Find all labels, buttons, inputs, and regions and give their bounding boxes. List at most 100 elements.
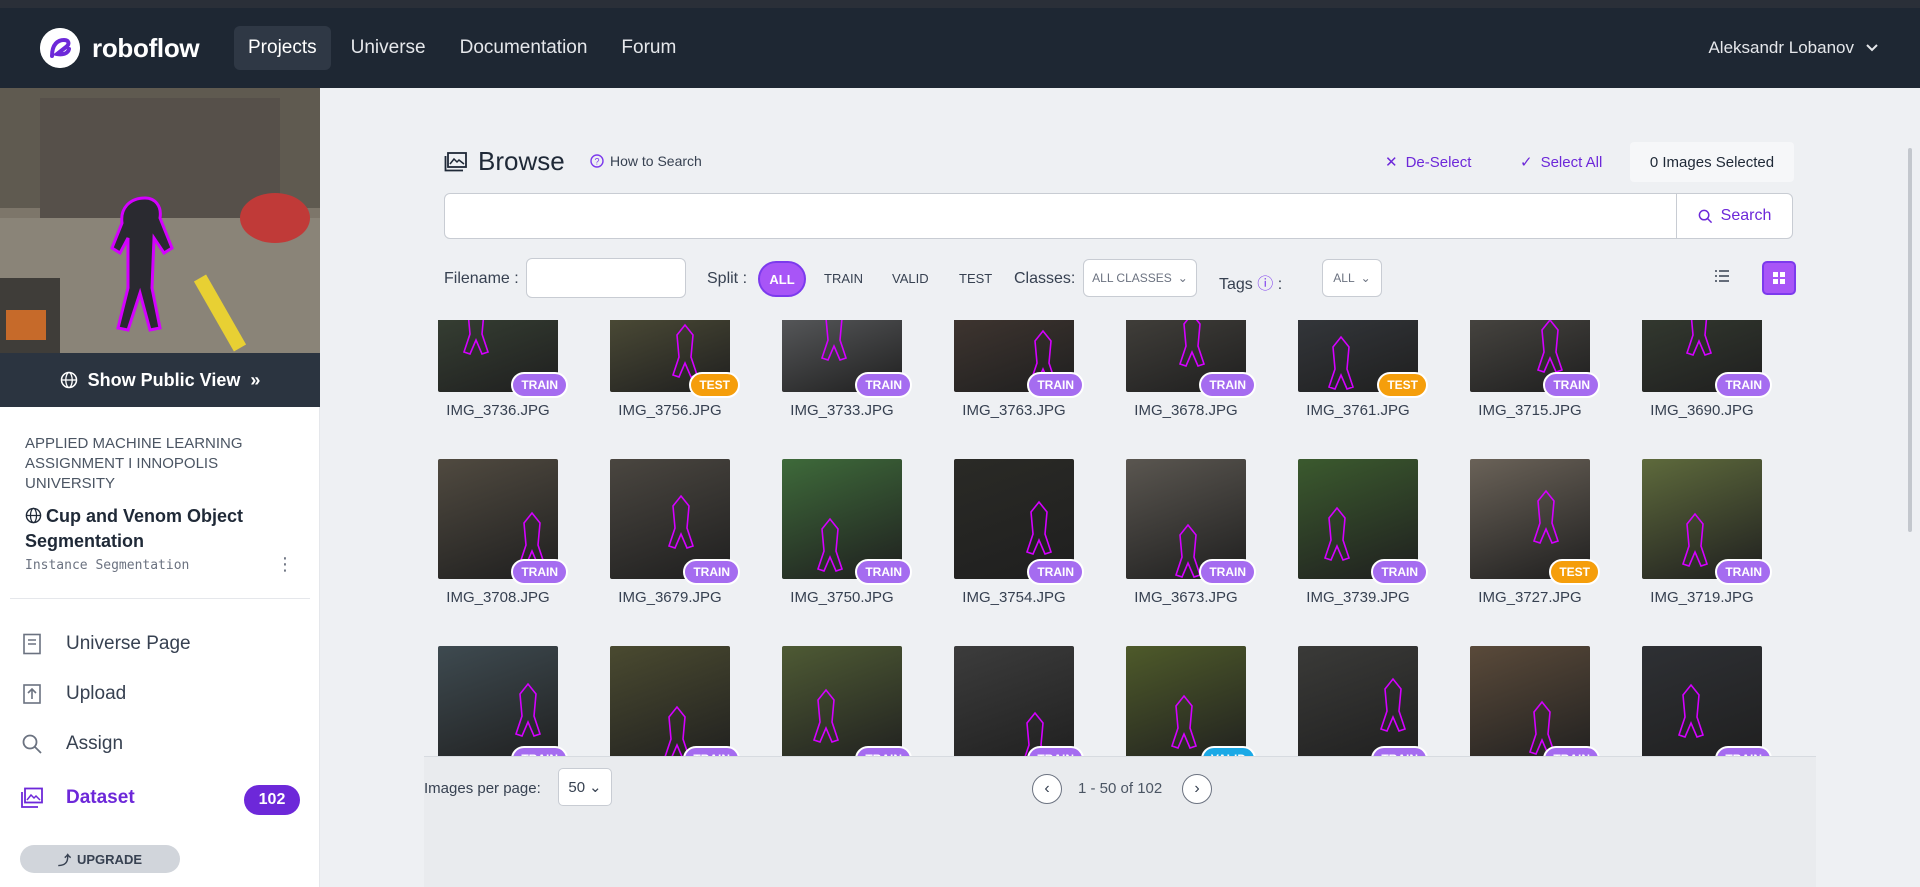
deselect-label: De-Select <box>1405 153 1472 171</box>
search-icon <box>1698 209 1712 223</box>
split-badge: TRAIN <box>1715 559 1772 585</box>
nav-documentation[interactable]: Documentation <box>446 26 602 70</box>
split-badge: TRAIN <box>1715 746 1772 756</box>
sidebar-item-universe-page[interactable]: Universe Page <box>20 632 191 656</box>
split-badge: TRAIN <box>683 559 740 585</box>
split-badge: TRAIN <box>1027 746 1084 756</box>
show-public-view-button[interactable]: Show Public View » <box>0 353 320 407</box>
help-circle-icon: ? <box>590 154 604 168</box>
chevron-left-icon: ‹ <box>1044 780 1050 797</box>
image-filename: IMG_3715.JPG <box>1478 402 1582 419</box>
tags-dropdown[interactable]: ALL ⌄ <box>1322 259 1382 297</box>
image-thumbnail[interactable] <box>1126 646 1246 756</box>
classes-dropdown[interactable]: ALL CLASSES ⌄ <box>1083 259 1197 297</box>
page-range: 1 - 50 of 102 <box>1078 780 1163 797</box>
top-navbar: roboflow Projects Universe Documentation… <box>0 8 1920 88</box>
annotation-outline-icon <box>514 682 542 737</box>
sidebar-item-upload[interactable]: Upload <box>20 682 126 706</box>
image-thumbnail[interactable] <box>1642 646 1762 756</box>
scrollbar[interactable] <box>1908 148 1912 532</box>
image-filename: IMG_3708.JPG <box>446 589 550 606</box>
how-to-search-label: How to Search <box>610 153 702 169</box>
split-badge: TRAIN <box>511 559 568 585</box>
images-icon <box>20 786 44 810</box>
workspace-name: APPLIED MACHINE LEARNING ASSIGNMENT I IN… <box>25 435 243 492</box>
search-button[interactable]: Search <box>1676 194 1792 238</box>
image-thumbnail[interactable] <box>782 646 902 756</box>
sidebar-item-assign[interactable]: Assign <box>20 732 123 756</box>
next-page-button[interactable]: › <box>1182 774 1212 804</box>
image-filename: IMG_3690.JPG <box>1650 402 1754 419</box>
roboflow-logo[interactable]: roboflow <box>40 28 200 68</box>
double-chevron-right-icon: » <box>250 369 261 390</box>
how-to-search-link[interactable]: ? How to Search <box>590 153 702 169</box>
user-menu[interactable]: Aleksandr Lobanov <box>1708 38 1880 58</box>
image-thumbnail[interactable] <box>954 646 1074 756</box>
chevron-down-icon: ⌄ <box>589 779 602 796</box>
image-thumbnail[interactable] <box>610 646 730 756</box>
project-title: Cup and Venom Object Segmentation <box>25 504 285 554</box>
sidebar-item-label: Dataset <box>66 787 135 808</box>
image-thumbnail[interactable] <box>438 646 558 756</box>
split-test-button[interactable]: TEST <box>959 271 992 286</box>
upload-icon <box>20 682 44 706</box>
search-bar: Search <box>444 193 1793 239</box>
image-thumbnail[interactable] <box>1470 646 1590 756</box>
split-all-button[interactable]: ALL <box>758 261 806 297</box>
split-badge: TRAIN <box>1027 372 1084 398</box>
tags-value: ALL <box>1333 271 1355 285</box>
chevron-right-icon: › <box>1194 780 1200 797</box>
nav-universe[interactable]: Universe <box>337 26 440 70</box>
split-badge: TRAIN <box>1371 559 1428 585</box>
split-badge: TEST <box>1549 559 1600 585</box>
grid-view-icon[interactable] <box>1762 261 1796 295</box>
globe-icon <box>25 507 42 524</box>
filters-row: Filename : Split : ALL TRAIN VALID TEST … <box>444 258 1804 298</box>
page-title: Browse <box>478 146 565 176</box>
selected-count: 0 Images Selected <box>1630 142 1794 182</box>
project-title-text: Cup and Venom Object Segmentation <box>25 506 244 551</box>
project-type: Instance Segmentation <box>25 558 190 573</box>
deselect-button[interactable]: ✕ De-Select <box>1385 153 1472 172</box>
roboflow-logo-icon <box>40 28 80 68</box>
split-badge: TEST <box>689 372 740 398</box>
annotation-outline-icon <box>1170 694 1198 749</box>
split-valid-button[interactable]: VALID <box>892 271 929 286</box>
book-icon <box>20 632 44 656</box>
split-badge: TRAIN <box>1199 372 1256 398</box>
search-icon <box>20 732 44 756</box>
split-label: Split : <box>707 270 748 287</box>
brand-name: roboflow <box>92 32 200 63</box>
split-train-button[interactable]: TRAIN <box>824 271 863 286</box>
list-view-icon[interactable] <box>1714 268 1730 289</box>
sidebar-divider <box>10 598 310 599</box>
select-all-button[interactable]: ✓ Select All <box>1520 153 1603 172</box>
nav-projects[interactable]: Projects <box>234 26 331 70</box>
upgrade-button[interactable]: ⤴ UPGRADE <box>20 845 180 873</box>
search-input[interactable] <box>445 194 1676 238</box>
project-cover-image <box>0 88 320 353</box>
main-nav: Projects Universe Documentation Forum <box>234 26 690 70</box>
upgrade-label: UPGRADE <box>77 851 143 867</box>
chevron-down-icon <box>1866 44 1878 52</box>
select-all-label: Select All <box>1540 153 1603 171</box>
prev-page-button[interactable]: ‹ <box>1032 774 1062 804</box>
sidebar-item-dataset[interactable]: Dataset <box>20 786 135 810</box>
split-badge: VALID <box>1200 746 1256 756</box>
help-circle-icon[interactable]: ⓘ <box>1257 276 1273 293</box>
per-page-select[interactable]: 50 ⌄ <box>558 768 612 806</box>
split-badge: TRAIN <box>1543 746 1600 756</box>
image-filename: IMG_3750.JPG <box>790 589 894 606</box>
split-badge: TRAIN <box>1371 746 1428 756</box>
image-grid: TRAIN IMG_3736.JPG TEST IMG_3756.JPG TRAIN IM… <box>424 320 1816 756</box>
browse-header: Browse <box>444 146 565 177</box>
image-filename: IMG_3736.JPG <box>446 402 550 419</box>
image-filename: IMG_3739.JPG <box>1306 589 1410 606</box>
split-badge: TRAIN <box>683 746 740 756</box>
kebab-menu-icon[interactable]: ⋮ <box>276 554 294 575</box>
image-thumbnail[interactable] <box>1298 646 1418 756</box>
filename-input[interactable] <box>526 258 686 298</box>
nav-forum[interactable]: Forum <box>607 26 690 70</box>
split-badge: TRAIN <box>855 372 912 398</box>
annotation-outline-icon <box>1379 677 1407 732</box>
